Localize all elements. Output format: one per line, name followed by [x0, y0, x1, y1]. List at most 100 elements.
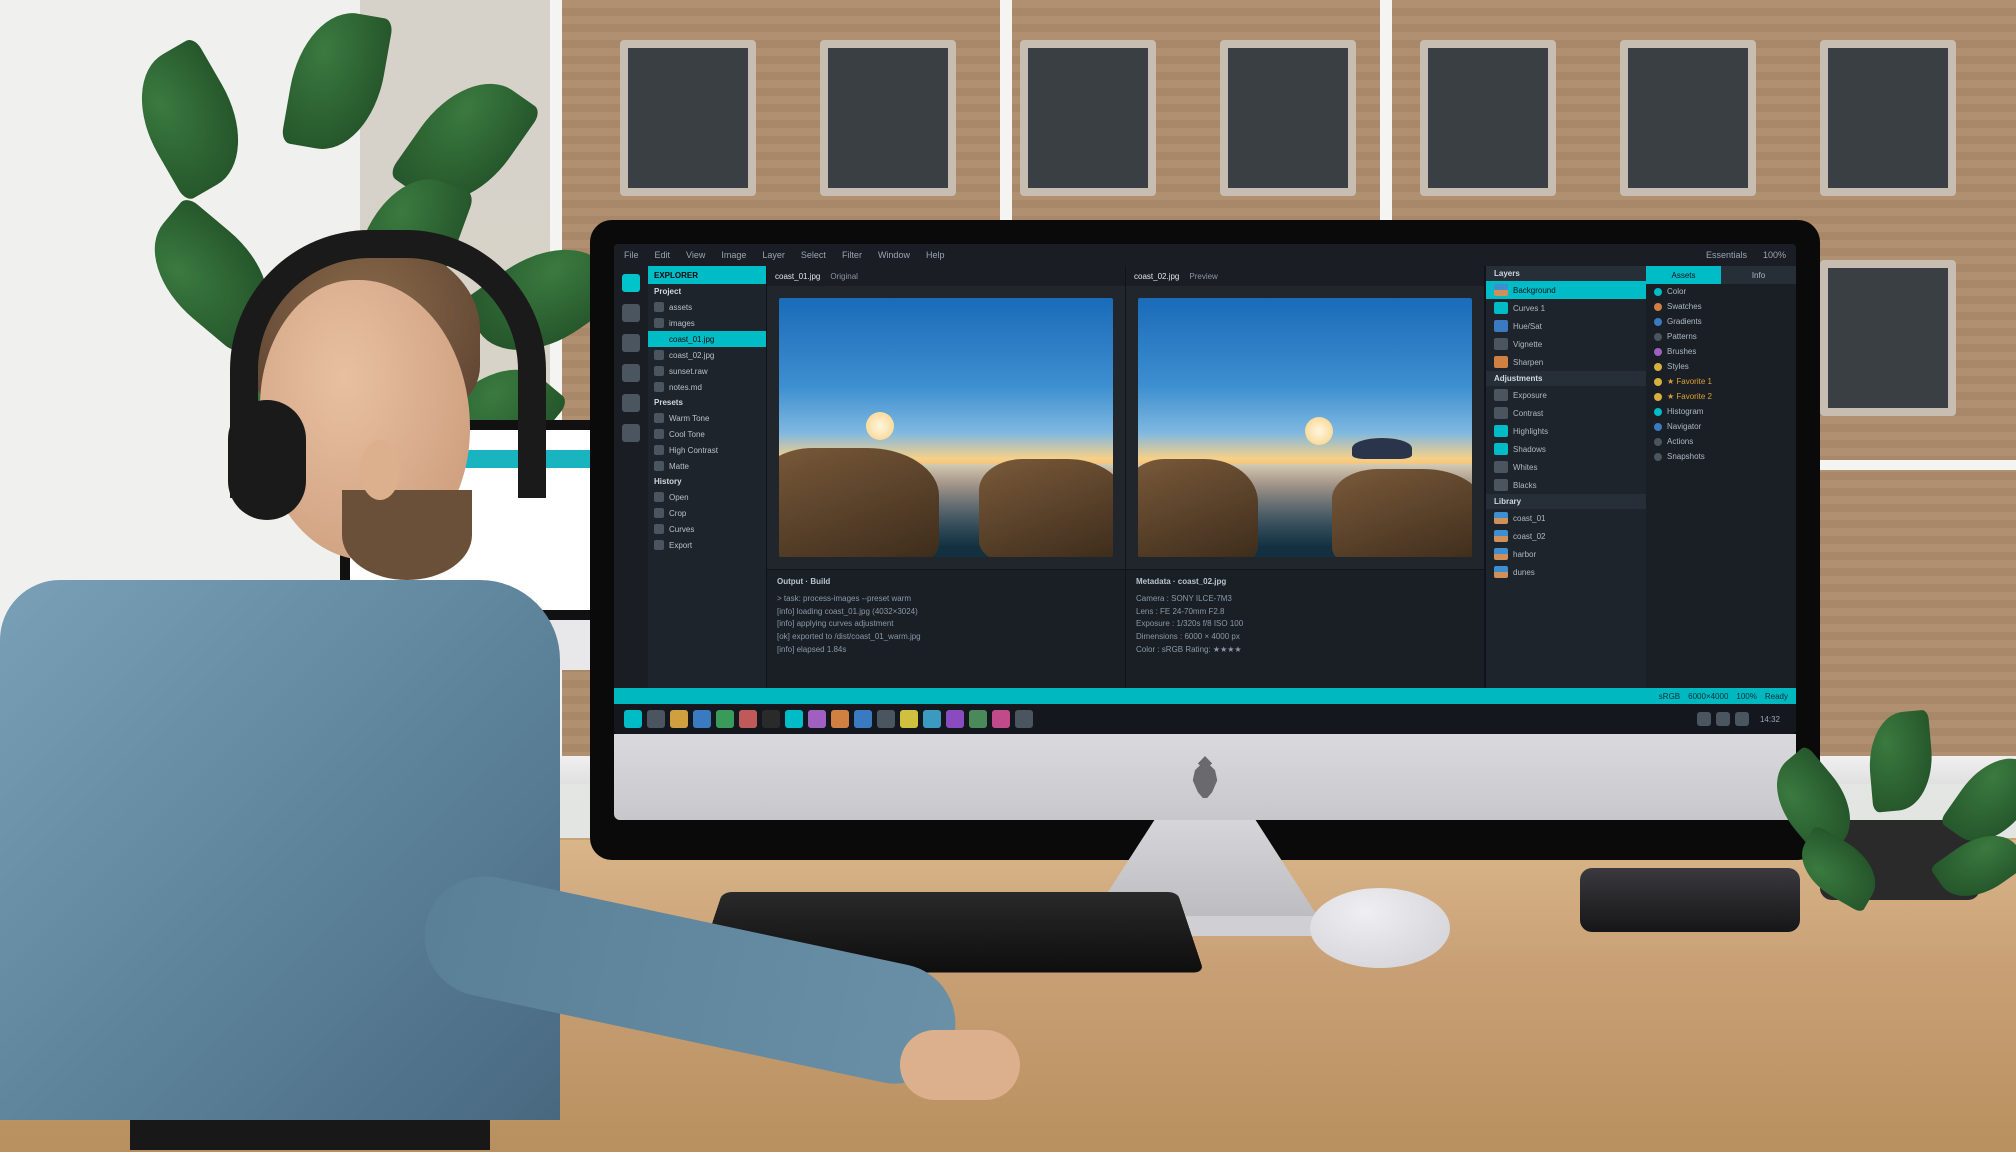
editor-tab[interactable]: Preview: [1189, 272, 1217, 281]
assets-item[interactable]: Swatches: [1646, 299, 1796, 314]
status-item[interactable]: 100%: [1736, 692, 1756, 701]
editor-tab[interactable]: coast_01.jpg: [775, 272, 820, 281]
assets-item[interactable]: ★ Favorite 2: [1646, 389, 1796, 404]
panel-item[interactable]: Hue/Sat: [1486, 317, 1646, 335]
panel-item[interactable]: dunes: [1486, 563, 1646, 581]
panel-item[interactable]: Background: [1486, 281, 1646, 299]
taskbar-terminal-icon[interactable]: [762, 710, 780, 728]
taskbar-music-icon[interactable]: [831, 710, 849, 728]
image-preview[interactable]: [767, 286, 1125, 569]
menu-layer[interactable]: Layer: [762, 250, 785, 260]
panel-item[interactable]: Highlights: [1486, 422, 1646, 440]
assets-item[interactable]: ★ Favorite 1: [1646, 374, 1796, 389]
editor-tab[interactable]: Original: [830, 272, 858, 281]
taskbar-settings-icon[interactable]: [877, 710, 895, 728]
sidebar-item[interactable]: coast_01.jpg: [648, 331, 766, 347]
panel-section-layers[interactable]: Layers: [1486, 266, 1646, 281]
debug-icon[interactable]: [622, 364, 640, 382]
menu-file[interactable]: File: [624, 250, 639, 260]
menu-help[interactable]: Help: [926, 250, 945, 260]
taskbar-pad-icon[interactable]: [946, 710, 964, 728]
status-item[interactable]: Ready: [1765, 692, 1788, 701]
assets-item[interactable]: Patterns: [1646, 329, 1796, 344]
source-icon[interactable]: [622, 334, 640, 352]
sidebar-item[interactable]: High Contrast: [648, 442, 766, 458]
sidebar-item[interactable]: images: [648, 315, 766, 331]
sidebar-item[interactable]: Curves: [648, 521, 766, 537]
sidebar-item[interactable]: Matte: [648, 458, 766, 474]
menu-view[interactable]: View: [686, 250, 705, 260]
assets-item[interactable]: Styles: [1646, 359, 1796, 374]
sidebar-section-project[interactable]: Project: [648, 284, 766, 299]
assets-item[interactable]: Brushes: [1646, 344, 1796, 359]
assets-item[interactable]: Gradients: [1646, 314, 1796, 329]
taskbar-store-icon[interactable]: [739, 710, 757, 728]
panel-section-adjustments[interactable]: Adjustments: [1486, 371, 1646, 386]
assets-item[interactable]: Histogram: [1646, 404, 1796, 419]
sidebar-item[interactable]: Export: [648, 537, 766, 553]
assets-item[interactable]: Navigator: [1646, 419, 1796, 434]
menubar-right-item[interactable]: Essentials: [1706, 250, 1747, 260]
taskbar-files-icon[interactable]: [670, 710, 688, 728]
taskbar-map-icon[interactable]: [1015, 710, 1033, 728]
taskbar-calc-icon[interactable]: [969, 710, 987, 728]
taskbar-start-icon[interactable]: [624, 710, 642, 728]
menu-window[interactable]: Window: [878, 250, 910, 260]
status-item[interactable]: 6000×4000: [1688, 692, 1728, 701]
taskbar-editor-icon[interactable]: [785, 710, 803, 728]
taskbar-browser-icon[interactable]: [693, 710, 711, 728]
image-preview[interactable]: [1126, 286, 1484, 569]
assets-item[interactable]: Actions: [1646, 434, 1796, 449]
panel-item[interactable]: Exposure: [1486, 386, 1646, 404]
panel-section-library[interactable]: Library: [1486, 494, 1646, 509]
settings-icon[interactable]: [622, 424, 640, 442]
search-icon[interactable]: [622, 304, 640, 322]
sidebar-item[interactable]: coast_02.jpg: [648, 347, 766, 363]
panel-item[interactable]: Sharpen: [1486, 353, 1646, 371]
panel-item[interactable]: Curves 1: [1486, 299, 1646, 317]
tray-batt-icon[interactable]: [1735, 712, 1749, 726]
files-icon[interactable]: [622, 274, 640, 292]
output-console[interactable]: Output · Build> task: process-images --p…: [767, 569, 1125, 688]
assets-tab-info[interactable]: Info: [1721, 266, 1796, 284]
tray-net-icon[interactable]: [1697, 712, 1711, 726]
editor-tab[interactable]: coast_02.jpg: [1134, 272, 1179, 281]
panel-item[interactable]: Whites: [1486, 458, 1646, 476]
assets-tab-assets[interactable]: Assets: [1646, 266, 1721, 284]
taskbar-mail-icon[interactable]: [716, 710, 734, 728]
menu-filter[interactable]: Filter: [842, 250, 862, 260]
sidebar-section-presets[interactable]: Presets: [648, 395, 766, 410]
sidebar-item[interactable]: assets: [648, 299, 766, 315]
menubar-right-item[interactable]: 100%: [1763, 250, 1786, 260]
panel-item[interactable]: coast_02: [1486, 527, 1646, 545]
taskbar-clock[interactable]: 14:32: [1754, 715, 1786, 724]
tray-vol-icon[interactable]: [1716, 712, 1730, 726]
taskbar-chat-icon[interactable]: [854, 710, 872, 728]
taskbar-photos-icon[interactable]: [808, 710, 826, 728]
sidebar-section-history[interactable]: History: [648, 474, 766, 489]
taskbar-search-icon[interactable]: [647, 710, 665, 728]
panel-item[interactable]: coast_01: [1486, 509, 1646, 527]
sidebar-item[interactable]: Crop: [648, 505, 766, 521]
panel-item[interactable]: Vignette: [1486, 335, 1646, 353]
sidebar-item[interactable]: Cool Tone: [648, 426, 766, 442]
menu-image[interactable]: Image: [721, 250, 746, 260]
panel-item[interactable]: Shadows: [1486, 440, 1646, 458]
menu-edit[interactable]: Edit: [655, 250, 671, 260]
taskbar-cam-icon[interactable]: [992, 710, 1010, 728]
taskbar-folder-icon[interactable]: [900, 710, 918, 728]
extensions-icon[interactable]: [622, 394, 640, 412]
sidebar-item[interactable]: notes.md: [648, 379, 766, 395]
panel-item[interactable]: Contrast: [1486, 404, 1646, 422]
menu-select[interactable]: Select: [801, 250, 826, 260]
metadata-console[interactable]: Metadata · coast_02.jpgCamera : SONY ILC…: [1126, 569, 1484, 688]
status-item[interactable]: sRGB: [1659, 692, 1680, 701]
panel-item[interactable]: harbor: [1486, 545, 1646, 563]
sidebar-item[interactable]: Warm Tone: [648, 410, 766, 426]
sidebar-item[interactable]: Open: [648, 489, 766, 505]
assets-item[interactable]: Snapshots: [1646, 449, 1796, 464]
assets-item[interactable]: Color: [1646, 284, 1796, 299]
taskbar-cloud-icon[interactable]: [923, 710, 941, 728]
panel-item[interactable]: Blacks: [1486, 476, 1646, 494]
sidebar-item[interactable]: sunset.raw: [648, 363, 766, 379]
